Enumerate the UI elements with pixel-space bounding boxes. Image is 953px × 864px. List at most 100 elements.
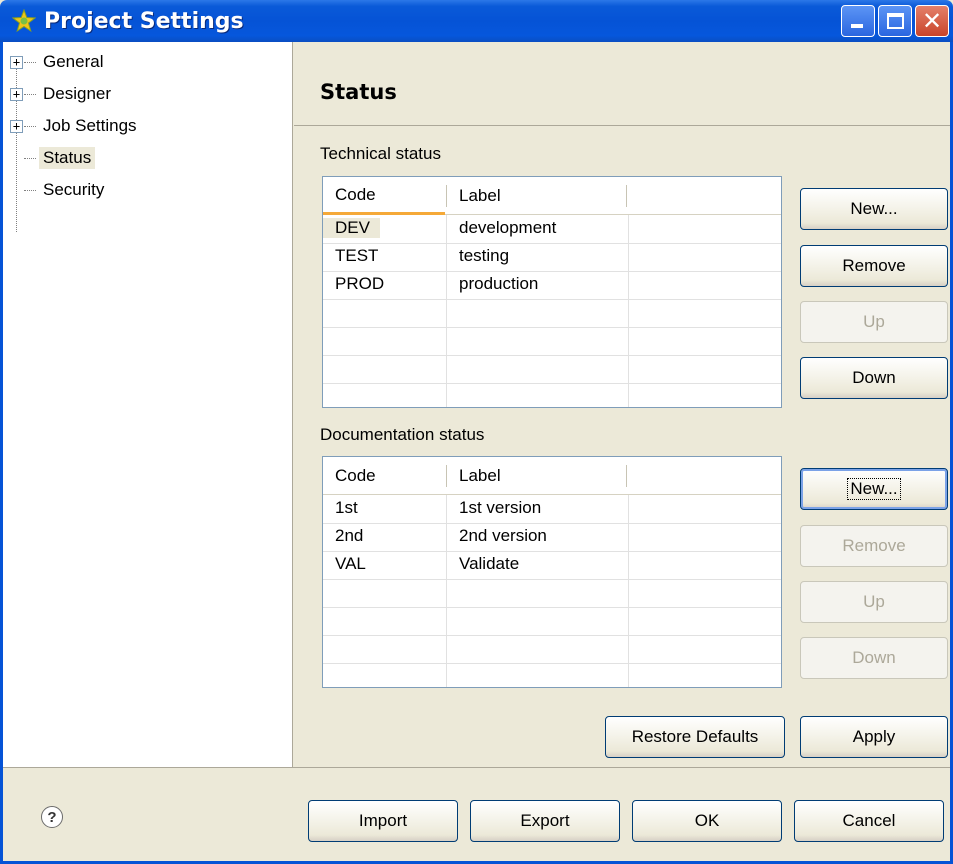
dialog-body: + General + Designer + Job Settings Stat…	[0, 42, 953, 864]
minimize-icon	[851, 24, 863, 28]
table-row-empty	[323, 580, 781, 608]
button-label: Down	[852, 368, 896, 387]
table-row-empty	[323, 384, 781, 407]
button-label: New...	[847, 478, 901, 500]
table-row[interactable]: TEST testing	[323, 244, 781, 272]
documentation-remove-button[interactable]: Remove	[800, 525, 948, 567]
table-row-empty	[323, 664, 781, 687]
tree-item-label: Security	[43, 180, 105, 199]
column-header-label: Label	[459, 186, 501, 205]
panel-header: Status	[294, 42, 950, 126]
minimize-button[interactable]	[841, 5, 875, 37]
code-cell: TEST	[335, 246, 379, 265]
talend-star-icon	[12, 9, 36, 33]
page-title: Status	[320, 80, 397, 104]
label-cell: 2nd version	[459, 526, 547, 545]
button-label: Remove	[842, 536, 906, 555]
documentation-new-button[interactable]: New...	[800, 468, 948, 510]
tree-item-designer[interactable]: + Designer	[3, 79, 283, 109]
title-bar[interactable]: Project Settings ✕	[0, 0, 953, 42]
label-cell: production	[459, 274, 539, 293]
help-icon[interactable]: ?	[41, 806, 63, 828]
tree-item-security[interactable]: Security	[3, 175, 283, 205]
documentation-status-table[interactable]: Code Label 1st 1st version 2nd 2nd versi…	[322, 456, 782, 688]
technical-down-button[interactable]: Down	[800, 357, 948, 399]
technical-remove-button[interactable]: Remove	[800, 245, 948, 287]
technical-status-table[interactable]: Code Label DEV development TEST testing …	[322, 176, 782, 408]
tree-connector	[24, 61, 36, 63]
column-header-code[interactable]: Code	[323, 457, 445, 495]
label-cell: development	[459, 218, 557, 237]
code-cell: VAL	[335, 554, 366, 573]
column-header-label[interactable]: Label	[447, 177, 627, 215]
tree-connector	[24, 189, 36, 191]
restore-defaults-button[interactable]: Restore Defaults	[605, 716, 785, 758]
maximize-icon	[886, 13, 904, 29]
code-cell: 2nd	[335, 526, 364, 545]
export-button[interactable]: Export	[470, 800, 620, 842]
tree-item-label: Job Settings	[43, 116, 137, 135]
label-cell: Validate	[459, 554, 520, 573]
button-label: Up	[863, 592, 885, 611]
table-row[interactable]: PROD production	[323, 272, 781, 300]
button-label: Cancel	[842, 811, 896, 830]
button-label: Remove	[842, 256, 906, 275]
technical-status-label: Technical status	[320, 144, 441, 163]
tree-connector	[24, 157, 36, 159]
tree-item-general[interactable]: + General	[3, 47, 283, 77]
settings-tree: + General + Designer + Job Settings Stat…	[3, 42, 293, 767]
import-button[interactable]: Import	[308, 800, 458, 842]
table-header: Code Label	[323, 457, 781, 495]
code-cell: PROD	[335, 274, 385, 293]
expand-icon[interactable]: +	[10, 87, 23, 101]
button-label: New...	[850, 199, 898, 218]
column-separator[interactable]	[626, 465, 627, 487]
column-header-label: Code	[335, 184, 376, 204]
tree-item-label: General	[43, 52, 104, 71]
documentation-status-label: Documentation status	[320, 425, 485, 444]
close-icon: ✕	[921, 7, 943, 35]
tree-item-label: Designer	[43, 84, 112, 103]
table-row[interactable]: 2nd 2nd version	[323, 524, 781, 552]
maximize-button[interactable]	[878, 5, 912, 37]
table-row-empty	[323, 328, 781, 356]
column-header-label: Code	[335, 466, 376, 485]
button-label: Up	[863, 312, 885, 331]
table-row[interactable]: VAL Validate	[323, 552, 781, 580]
table-header: Code Label	[323, 177, 781, 215]
tree-connector	[24, 125, 36, 127]
tree-item-status[interactable]: Status	[3, 143, 283, 173]
technical-up-button[interactable]: Up	[800, 301, 948, 343]
technical-new-button[interactable]: New...	[800, 188, 948, 230]
table-row-empty	[323, 636, 781, 664]
tree-connector	[24, 93, 36, 95]
documentation-up-button[interactable]: Up	[800, 581, 948, 623]
button-label: OK	[694, 811, 720, 830]
table-row-empty	[323, 300, 781, 328]
button-label: Export	[520, 811, 570, 830]
button-label: Restore Defaults	[631, 727, 759, 746]
column-header-code[interactable]: Code	[323, 177, 445, 215]
close-button[interactable]: ✕	[915, 5, 949, 37]
cancel-button[interactable]: Cancel	[794, 800, 944, 842]
expand-icon[interactable]: +	[10, 119, 23, 133]
table-row[interactable]: 1st 1st version	[323, 496, 781, 524]
code-cell: 1st	[335, 498, 358, 517]
label-cell: 1st version	[459, 498, 542, 517]
table-row-empty	[323, 356, 781, 384]
window-title: Project Settings	[44, 8, 244, 34]
apply-button[interactable]: Apply	[800, 716, 948, 758]
status-panel: Status Technical status Code Label DEV d…	[294, 42, 950, 767]
ok-button[interactable]: OK	[632, 800, 782, 842]
table-row-empty	[323, 608, 781, 636]
documentation-down-button[interactable]: Down	[800, 637, 948, 679]
column-separator[interactable]	[626, 185, 627, 207]
column-header-label[interactable]: Label	[447, 457, 627, 495]
expand-icon[interactable]: +	[10, 55, 23, 69]
label-cell: testing	[459, 246, 510, 265]
button-label: Import	[358, 811, 408, 830]
tree-item-job-settings[interactable]: + Job Settings	[3, 111, 283, 141]
table-row[interactable]: DEV development	[323, 216, 781, 244]
button-label: Down	[852, 648, 896, 667]
tree-item-label: Status	[39, 147, 96, 169]
